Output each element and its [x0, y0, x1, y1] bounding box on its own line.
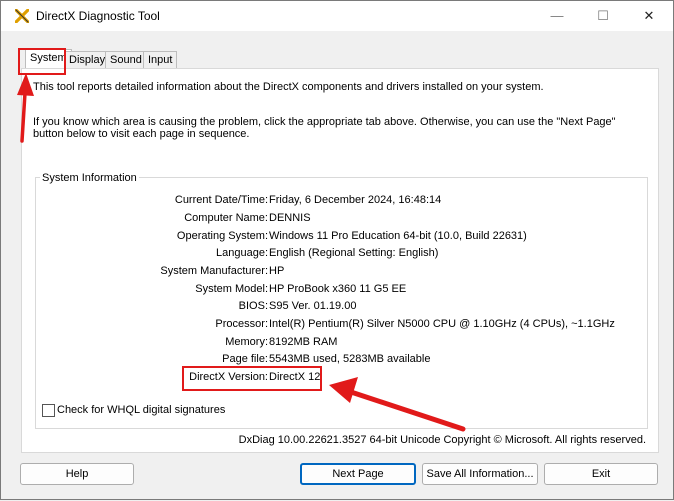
info-label: Computer Name: — [184, 212, 268, 224]
instructions-text: If you know which area is causing the pr… — [33, 116, 616, 140]
title-bar[interactable]: DirectX Diagnostic Tool — ☐ ✕ — [1, 1, 673, 31]
info-label: BIOS: — [238, 300, 268, 312]
dxdiag-window: DirectX Diagnostic Tool — ☐ ✕ System Dis… — [0, 0, 674, 500]
info-row-operating-system: Operating System: Windows 11 Pro Educati… — [36, 230, 647, 244]
system-information-group: System Information Current Date/Time: Fr… — [35, 172, 648, 429]
tab-display[interactable]: Display — [64, 51, 111, 69]
info-label: Operating System: — [176, 230, 268, 242]
info-label: Memory: — [225, 336, 268, 348]
info-row-language: Language: English (Regional Setting: Eng… — [36, 247, 647, 261]
info-row-processor: Processor: Intel(R) Pentium(R) Silver N5… — [36, 318, 647, 332]
info-value: DENNIS — [269, 212, 311, 224]
whql-checkbox[interactable] — [42, 404, 55, 417]
directx-x-icon — [15, 9, 29, 23]
info-row-datetime: Current Date/Time: Friday, 6 December 20… — [36, 194, 647, 208]
info-label: System Model: — [195, 283, 268, 295]
group-title: System Information — [40, 172, 139, 184]
info-label: Page file: — [222, 353, 268, 365]
close-button[interactable]: ✕ — [626, 1, 672, 31]
close-icon: ✕ — [643, 8, 655, 23]
system-tab-panel: This tool reports detailed information a… — [21, 68, 659, 453]
whql-label[interactable]: Check for WHQL digital signatures — [57, 404, 225, 416]
info-value: HP — [269, 265, 285, 277]
info-label: Current Date/Time: — [174, 194, 268, 206]
exit-button[interactable]: Exit — [544, 463, 658, 485]
directx-version-highlight — [182, 366, 322, 391]
info-value: Windows 11 Pro Education 64-bit (10.0, B… — [269, 230, 527, 242]
intro-text: This tool reports detailed information a… — [33, 81, 544, 93]
info-value: S95 Ver. 01.19.00 — [269, 300, 357, 312]
minimize-icon: — — [550, 8, 564, 23]
version-copyright-text: DxDiag 10.00.22621.3527 64-bit Unicode C… — [238, 434, 646, 446]
info-row-bios: BIOS: S95 Ver. 01.19.00 — [36, 300, 647, 314]
system-tab-highlight — [18, 48, 66, 75]
info-label: Language: — [216, 247, 268, 259]
info-row-model: System Model: HP ProBook x360 11 G5 EE — [36, 283, 647, 297]
help-button[interactable]: Help — [20, 463, 134, 485]
info-value: HP ProBook x360 11 G5 EE — [269, 283, 407, 295]
info-value: 5543MB used, 5283MB available — [269, 353, 431, 365]
info-value: 8192MB RAM — [269, 336, 338, 348]
tab-sound[interactable]: Sound — [105, 51, 147, 69]
info-label: System Manufacturer: — [160, 265, 268, 277]
info-value: Intel(R) Pentium(R) Silver N5000 CPU @ 1… — [269, 318, 615, 330]
window-title: DirectX Diagnostic Tool — [36, 9, 160, 23]
minimize-button[interactable]: — — [534, 1, 580, 31]
info-row-page-file: Page file: 5543MB used, 5283MB available — [36, 353, 647, 367]
info-row-directx-version: DirectX Version: DirectX 12 — [36, 371, 647, 385]
info-value: English (Regional Setting: English) — [269, 247, 439, 259]
info-row-manufacturer: System Manufacturer: HP — [36, 265, 647, 279]
save-all-information-button[interactable]: Save All Information... — [422, 463, 538, 485]
info-row-memory: Memory: 8192MB RAM — [36, 336, 647, 350]
maximize-button[interactable]: ☐ — [580, 1, 626, 31]
info-row-computer-name: Computer Name: DENNIS — [36, 212, 647, 226]
tab-input[interactable]: Input — [143, 51, 178, 69]
info-value: Friday, 6 December 2024, 16:48:14 — [269, 194, 442, 206]
info-label: Processor: — [215, 318, 268, 330]
maximize-icon: ☐ — [597, 8, 609, 23]
next-page-button[interactable]: Next Page — [300, 463, 416, 485]
